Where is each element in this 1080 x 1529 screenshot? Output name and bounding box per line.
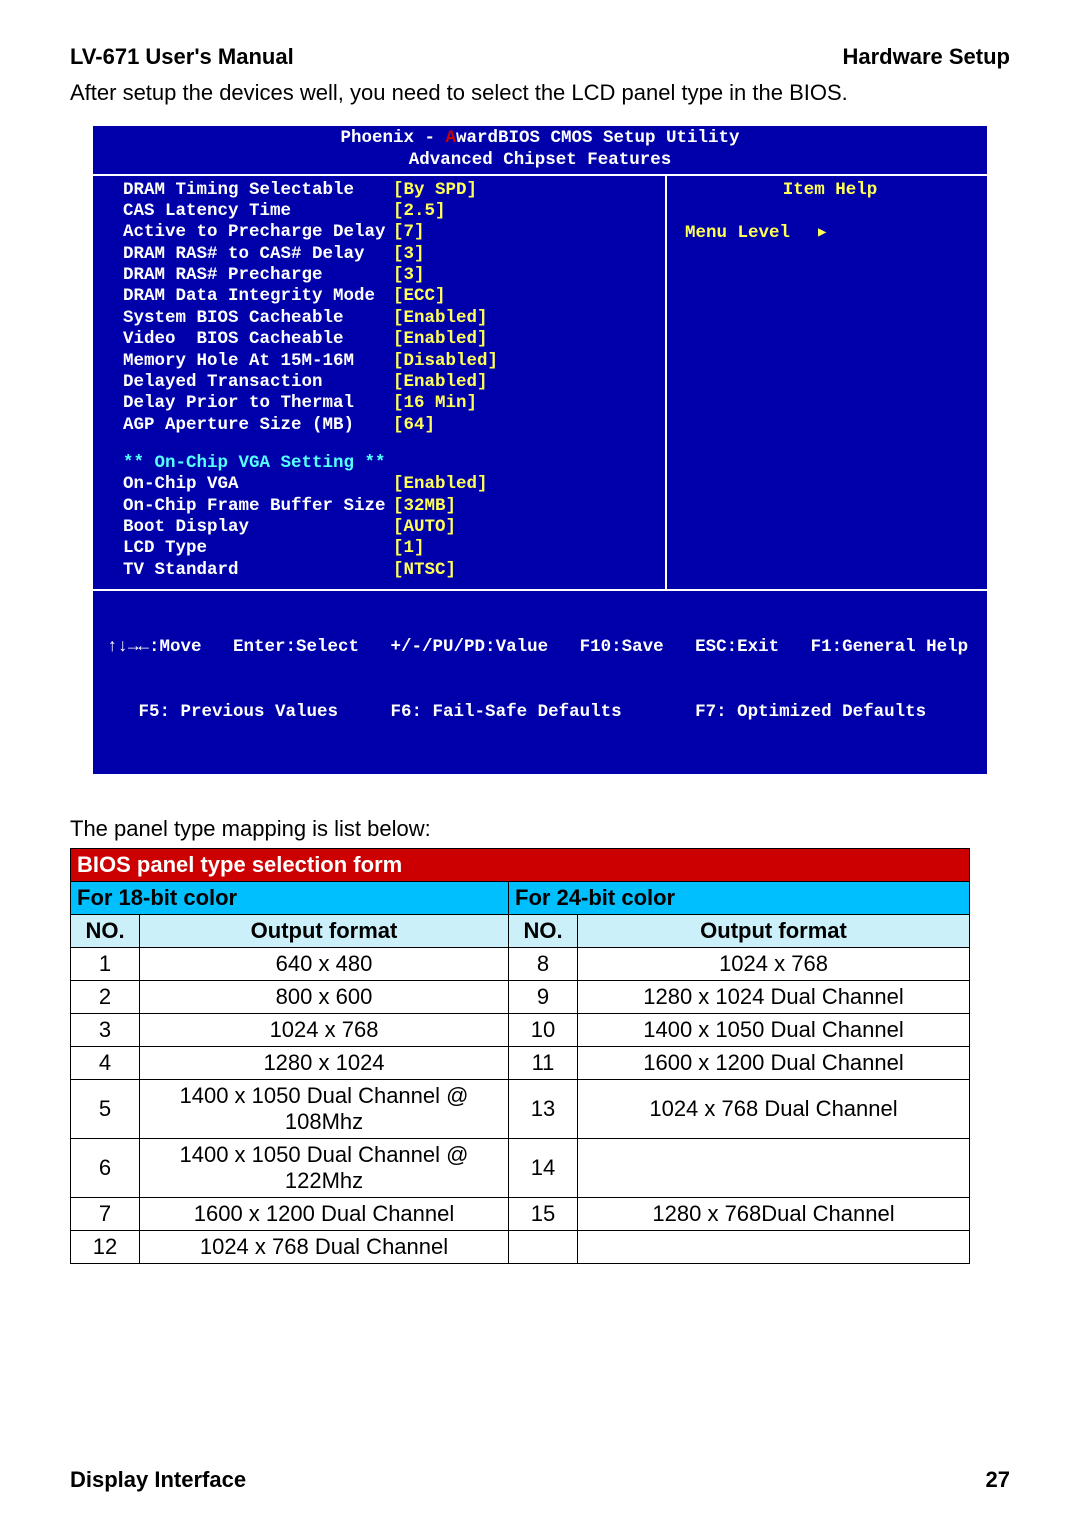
bios-setting-row: Memory Hole At 15M-16M [Disabled] — [123, 351, 653, 372]
bios-footer: ↑↓→←:Move Enter:Select +/-/PU/PD:Value F… — [93, 589, 987, 774]
table-row: 51400 x 1050 Dual Channel @ 108Mhz131024… — [71, 1079, 970, 1138]
manual-title: LV-671 User's Manual — [70, 44, 294, 70]
page-number: 27 — [986, 1467, 1010, 1493]
table-row: 41280 x 1024111600 x 1200 Dual Channel — [71, 1046, 970, 1079]
bios-title: Phoenix - AwardBIOS CMOS Setup Utility A… — [93, 126, 987, 172]
bios-setting-row: Video BIOS Cacheable [Enabled] — [123, 329, 653, 350]
bios-help: Item Help Menu Level ▶ — [667, 176, 987, 589]
section-title: Hardware Setup — [843, 44, 1011, 70]
bios-setting-row: DRAM RAS# to CAS# Delay [3] — [123, 244, 653, 265]
bios-setting-row: TV Standard [NTSC] — [123, 560, 653, 581]
table-row: 2800 x 60091280 x 1024 Dual Channel — [71, 980, 970, 1013]
table-row: 1640 x 48081024 x 768 — [71, 947, 970, 980]
bios-setting-row: On-Chip VGA [Enabled] — [123, 474, 653, 495]
hdr-no-18: NO. — [71, 914, 140, 947]
table-row: 121024 x 768 Dual Channel — [71, 1230, 970, 1263]
bios-setting-row: DRAM RAS# Precharge [3] — [123, 265, 653, 286]
panel-type-table: BIOS panel type selection form For 18-bi… — [70, 848, 970, 1264]
table-row: 61400 x 1050 Dual Channel @ 122Mhz14 — [71, 1138, 970, 1197]
col-18bit: For 18-bit color — [71, 881, 509, 914]
bios-setting-row: System BIOS Cacheable [Enabled] — [123, 308, 653, 329]
bios-screen: Phoenix - AwardBIOS CMOS Setup Utility A… — [91, 124, 989, 776]
bios-setting-row: Delay Prior to Thermal [16 Min] — [123, 393, 653, 414]
bios-section: ** On-Chip VGA Setting ** — [123, 453, 653, 474]
bios-setting-row: Boot Display [AUTO] — [123, 517, 653, 538]
hdr-of-18: Output format — [140, 914, 509, 947]
table-title: BIOS panel type selection form — [71, 848, 970, 881]
table-caption: The panel type mapping is list below: — [70, 816, 1010, 842]
hdr-no-24: NO. — [509, 914, 578, 947]
table-row: 71600 x 1200 Dual Channel151280 x 768Dua… — [71, 1197, 970, 1230]
bios-setting-row: DRAM Timing Selectable [By SPD] — [123, 180, 653, 201]
footer-section: Display Interface — [70, 1467, 246, 1493]
bios-setting-row: DRAM Data Integrity Mode [ECC] — [123, 286, 653, 307]
item-help-title: Item Help — [685, 180, 975, 201]
table-row: 31024 x 768101400 x 1050 Dual Channel — [71, 1013, 970, 1046]
col-24bit: For 24-bit color — [509, 881, 970, 914]
bios-setting-row: LCD Type [1] — [123, 538, 653, 559]
triangle-right-icon: ▶ — [818, 225, 826, 242]
menu-level: Menu Level ▶ — [685, 223, 975, 244]
intro-text: After setup the devices well, you need t… — [70, 80, 1010, 106]
bios-setting-row: On-Chip Frame Buffer Size [32MB] — [123, 496, 653, 517]
page-footer: Display Interface 27 — [70, 1467, 1010, 1493]
hdr-of-24: Output format — [578, 914, 970, 947]
bios-setting-row: Active to Precharge Delay [7] — [123, 222, 653, 243]
bios-settings: DRAM Timing Selectable [By SPD]CAS Laten… — [93, 176, 667, 589]
page-header: LV-671 User's Manual Hardware Setup — [70, 44, 1010, 70]
bios-setting-row: Delayed Transaction [Enabled] — [123, 372, 653, 393]
bios-setting-row: AGP Aperture Size (MB) [64] — [123, 415, 653, 436]
bios-setting-row: CAS Latency Time [2.5] — [123, 201, 653, 222]
